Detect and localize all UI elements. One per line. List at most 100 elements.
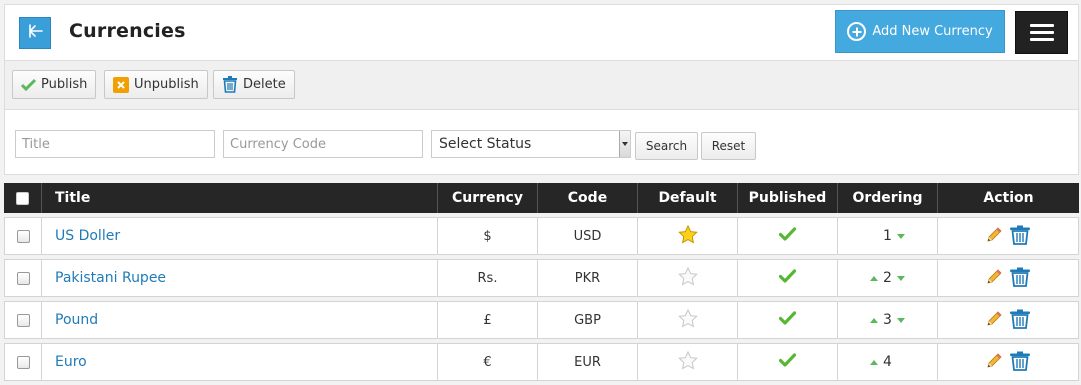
trash-icon <box>222 76 238 93</box>
default-cell <box>637 301 737 339</box>
trash-icon[interactable] <box>1009 309 1031 329</box>
column-header-currency: Currency <box>437 183 537 213</box>
column-header-code: Code <box>537 183 637 213</box>
published-cell <box>737 343 837 381</box>
trash-icon[interactable] <box>1009 351 1031 371</box>
ordering-cell: 4 <box>837 343 937 381</box>
currency-code: EUR <box>537 343 637 381</box>
star-empty-icon[interactable] <box>677 266 698 286</box>
ordering-value: 1 <box>883 228 892 245</box>
row-checkbox[interactable] <box>16 355 30 369</box>
checkmark-icon <box>21 78 36 91</box>
delete-label: Delete <box>243 77 286 92</box>
currency-symbol: Rs. <box>437 259 537 297</box>
action-cell <box>937 343 1079 381</box>
move-up-icon[interactable] <box>870 359 879 365</box>
status-select[interactable]: Select Status <box>431 130 631 158</box>
ordering-value: 4 <box>883 354 892 371</box>
move-down-icon[interactable] <box>896 317 905 323</box>
add-new-currency-button[interactable]: Add New Currency <box>835 10 1005 53</box>
select-all-checkbox[interactable] <box>16 191 29 205</box>
toolbar: Publish Unpublish Delete <box>4 61 1079 110</box>
action-cell <box>937 217 1079 255</box>
pencil-icon[interactable] <box>985 310 1003 328</box>
ordering-cell: 2 <box>837 259 937 297</box>
ordering-value: 3 <box>883 312 892 329</box>
reset-button[interactable]: Reset <box>701 132 756 160</box>
column-header-title[interactable]: Title <box>41 183 437 213</box>
plus-circle-icon <box>847 22 867 41</box>
row-title-cell: US Doller <box>41 217 437 255</box>
publish-button[interactable]: Publish <box>12 70 97 99</box>
title-filter-input[interactable] <box>15 130 215 158</box>
chevron-down-icon <box>619 131 630 157</box>
ordering-cell: 1 <box>837 217 937 255</box>
page-title: Currencies <box>69 20 186 42</box>
filter-bar: Select Status Search Reset <box>4 110 1079 175</box>
currency-title-link[interactable]: Euro <box>55 354 87 370</box>
add-new-currency-label: Add New Currency <box>872 24 993 39</box>
currency-symbol: € <box>437 343 537 381</box>
default-cell <box>637 259 737 297</box>
action-cell <box>937 301 1079 339</box>
trash-icon[interactable] <box>1009 267 1031 287</box>
default-cell <box>637 217 737 255</box>
move-down-icon[interactable] <box>896 275 905 281</box>
delete-button[interactable]: Delete <box>213 70 295 99</box>
row-title-cell: Pound <box>41 301 437 339</box>
pencil-icon[interactable] <box>985 352 1003 370</box>
page-header: Currencies Add New Currency <box>4 4 1079 61</box>
select-all-header <box>4 183 41 213</box>
table-row: Euro € EUR 4 <box>4 343 1079 381</box>
row-select-cell <box>4 301 41 339</box>
unpublish-button[interactable]: Unpublish <box>104 70 208 99</box>
currency-code-filter-input[interactable] <box>223 130 423 158</box>
currency-title-link[interactable]: Pakistani Rupee <box>55 270 166 286</box>
ordering-value: 2 <box>883 270 892 287</box>
move-up-icon[interactable] <box>870 275 879 281</box>
arrow-left-icon <box>25 22 45 44</box>
ordering-cell: 3 <box>837 301 937 339</box>
checkmark-icon[interactable] <box>779 353 796 367</box>
row-select-cell <box>4 343 41 381</box>
menu-button[interactable] <box>1015 11 1068 54</box>
star-empty-icon[interactable] <box>677 350 698 370</box>
back-button[interactable] <box>19 17 51 49</box>
currency-code: USD <box>537 217 637 255</box>
column-header-action: Action <box>937 183 1079 213</box>
published-cell <box>737 217 837 255</box>
move-up-icon[interactable] <box>870 317 879 323</box>
pencil-icon[interactable] <box>985 268 1003 286</box>
table-header-row: Title Currency Code Default Published Or… <box>4 183 1079 213</box>
checkmark-icon[interactable] <box>779 311 796 325</box>
row-checkbox[interactable] <box>16 313 30 327</box>
star-empty-icon[interactable] <box>677 308 698 328</box>
row-select-cell <box>4 217 41 255</box>
search-button[interactable]: Search <box>635 132 698 160</box>
checkmark-icon[interactable] <box>779 269 796 283</box>
trash-icon[interactable] <box>1009 225 1031 245</box>
action-cell <box>937 259 1079 297</box>
star-filled-icon[interactable] <box>677 224 698 244</box>
currency-symbol: £ <box>437 301 537 339</box>
hamburger-menu-icon <box>1029 24 1054 27</box>
status-select-value: Select Status <box>439 136 532 152</box>
column-header-published: Published <box>737 183 837 213</box>
table-row: US Doller $ USD 1 <box>4 217 1079 255</box>
x-icon <box>113 76 129 93</box>
checkmark-icon[interactable] <box>779 227 796 241</box>
publish-label: Publish <box>41 77 88 92</box>
move-down-icon[interactable] <box>896 233 905 239</box>
row-checkbox[interactable] <box>16 229 30 243</box>
row-title-cell: Euro <box>41 343 437 381</box>
currency-title-link[interactable]: US Doller <box>55 228 120 244</box>
row-checkbox[interactable] <box>16 271 30 285</box>
row-title-cell: Pakistani Rupee <box>41 259 437 297</box>
published-cell <box>737 259 837 297</box>
column-header-ordering: Ordering <box>837 183 937 213</box>
currencies-table: Title Currency Code Default Published Or… <box>4 179 1079 385</box>
currency-code: GBP <box>537 301 637 339</box>
column-header-default: Default <box>637 183 737 213</box>
pencil-icon[interactable] <box>985 226 1003 244</box>
currency-title-link[interactable]: Pound <box>55 312 98 328</box>
